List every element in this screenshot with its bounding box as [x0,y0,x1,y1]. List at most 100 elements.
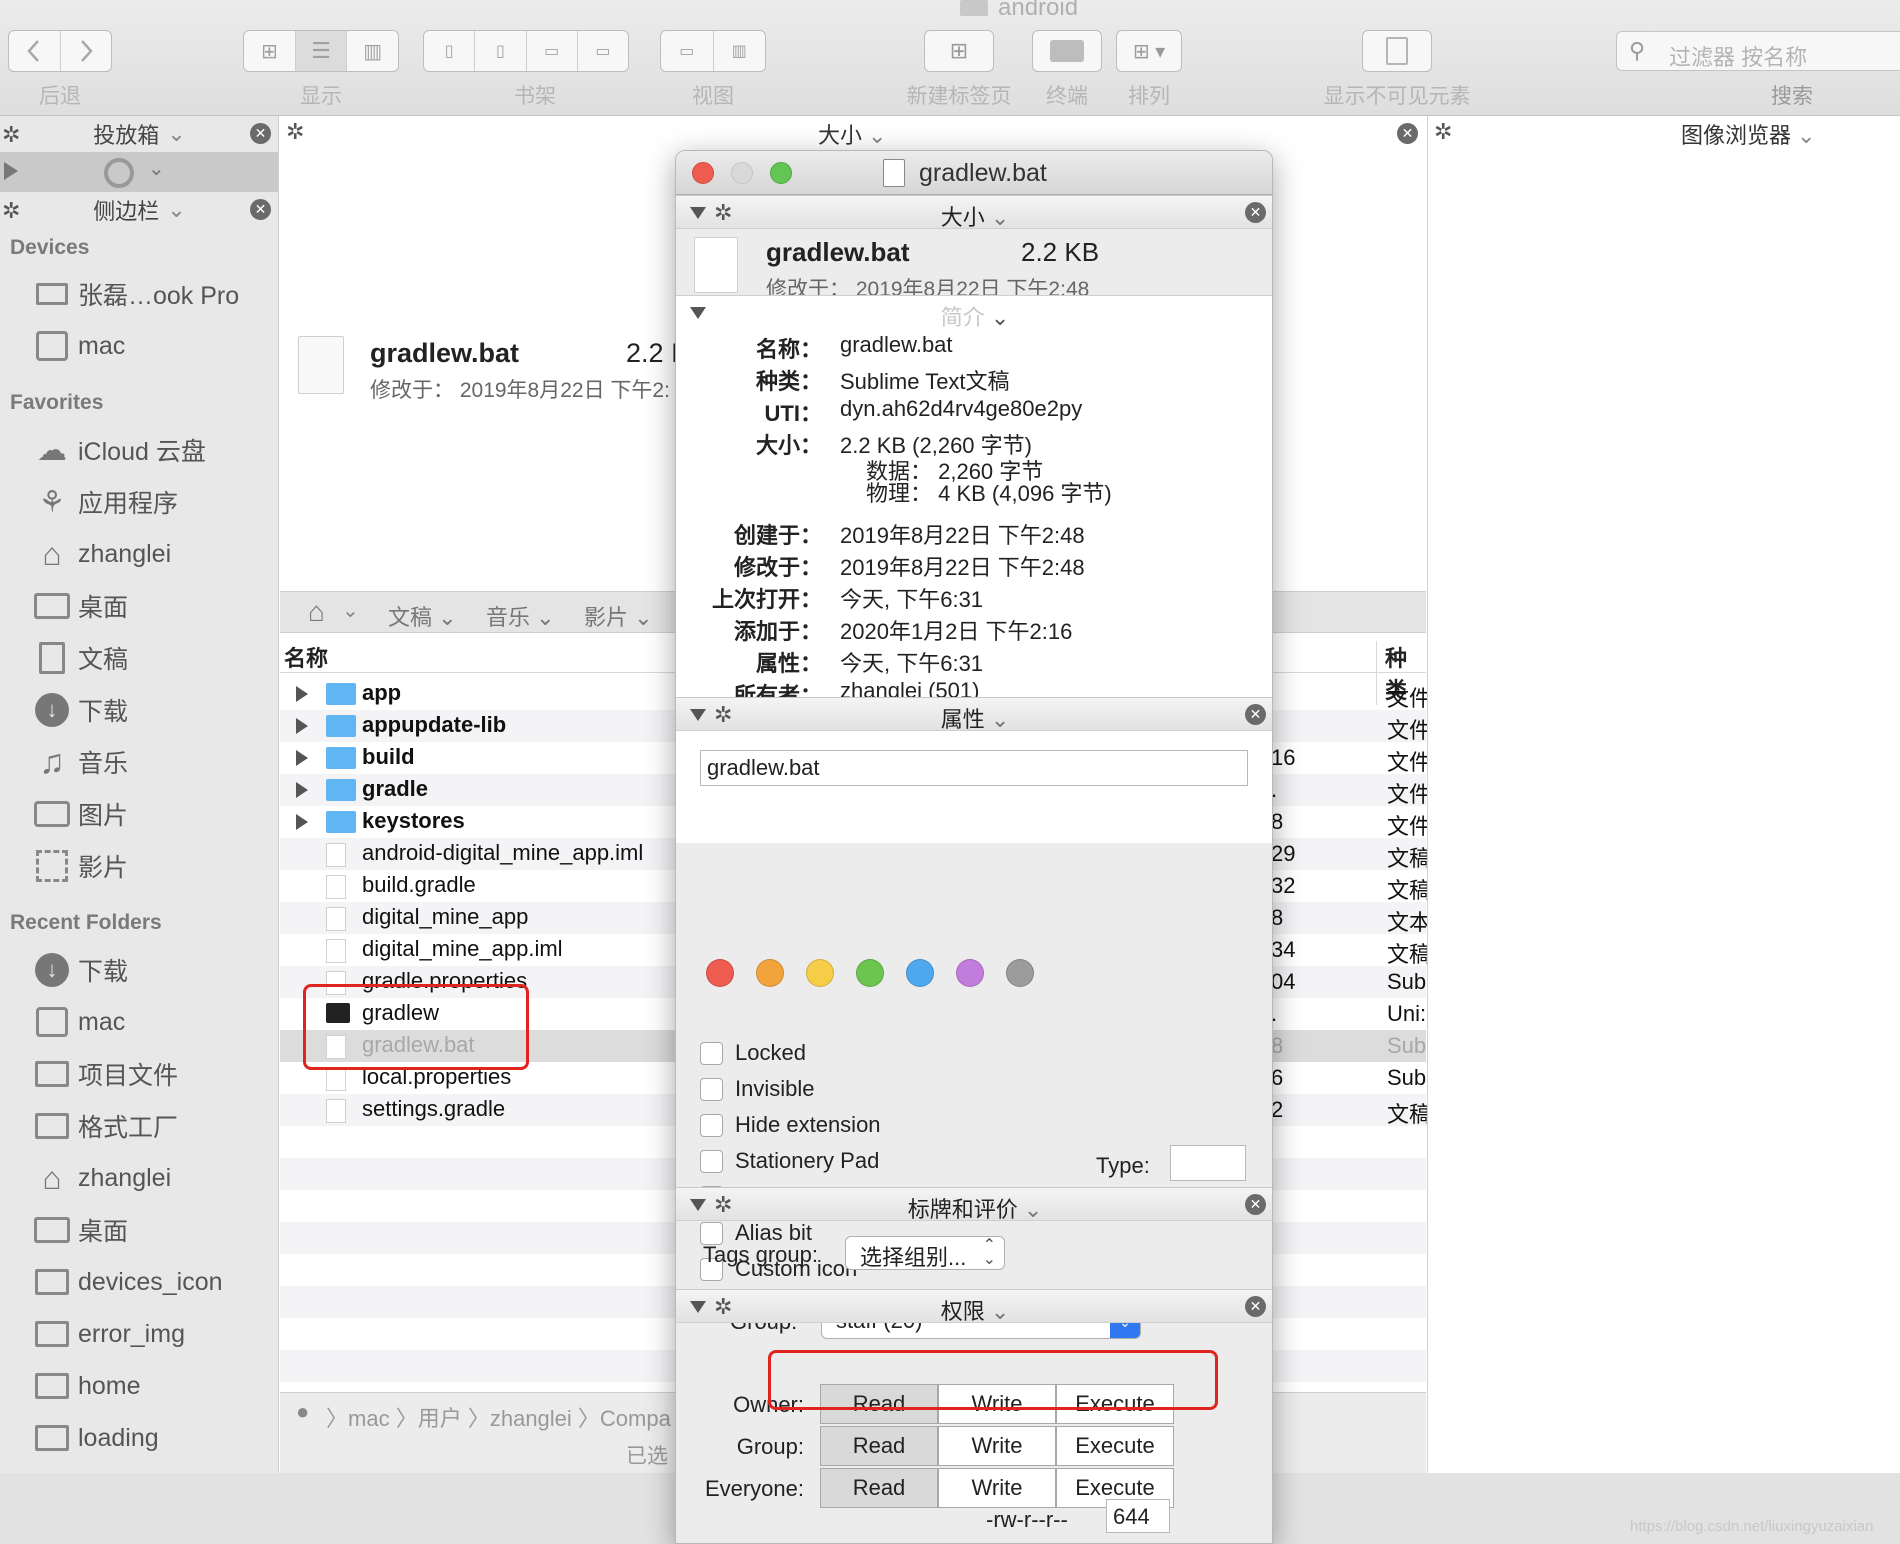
sidebar-item-music[interactable]: ♫ 音乐 [32,740,128,784]
attribute-checkbox[interactable]: Invisible [700,1075,814,1103]
close-icon[interactable]: ✕ [1397,123,1418,144]
sidebar-item-recent-loading[interactable]: loading [32,1416,159,1460]
attribute-checkbox[interactable]: Locked [700,1039,806,1067]
sidebar-item-movies[interactable]: 影片 [32,844,128,888]
action-icon[interactable] [104,158,134,188]
search-field[interactable]: ⚲ 过滤器 按名称 [1616,31,1900,71]
type-field[interactable] [1170,1145,1246,1181]
attribute-checkbox[interactable]: Stationery Pad [700,1147,879,1175]
gear-icon[interactable]: ✲ [286,119,304,145]
sidebar-item-recent-devices-icon[interactable]: devices_icon [32,1260,223,1304]
close-icon[interactable]: ✕ [1245,1296,1266,1317]
permission-toggle[interactable]: Read [820,1426,938,1466]
coverflow-icon[interactable]: ▭ [661,31,713,71]
sidebar-item-recent-format[interactable]: 格式工厂 [32,1104,178,1148]
hidden-group-select[interactable]: staff (20) ⌄ [821,1323,1141,1339]
shelf-left-icon[interactable]: ▯ [424,31,474,71]
sidebar-item-recent-projects[interactable]: 项目文件 [32,1052,178,1096]
color-tag-dot[interactable] [856,959,884,987]
inspector-title: gradlew.bat [919,159,1047,187]
file-name-field[interactable] [700,750,1248,786]
shelf-top-icon[interactable]: ▭ [576,31,628,71]
disclosure-triangle-icon[interactable] [296,814,308,830]
forward-button[interactable] [59,31,112,71]
size-header[interactable]: 大小 ⌄ [818,118,886,150]
sidebar-item-documents[interactable]: 文稿 [32,636,128,680]
disclosure-triangle-icon[interactable] [296,750,308,766]
permission-toggle[interactable]: Write [938,1468,1056,1508]
checkbox-box[interactable] [700,1077,723,1101]
shelf-bottom-icon[interactable]: ▭ [525,31,577,71]
gear-icon[interactable]: ✲ [2,198,20,224]
color-tag-dot[interactable] [1006,959,1034,987]
checkbox-box[interactable] [700,1113,723,1137]
name-column-header[interactable]: 名称 [284,641,328,673]
minimize-window-button[interactable] [731,162,753,184]
list-view-icon[interactable]: ☰ [294,31,347,71]
home-icon[interactable]: ⌂ [308,596,325,628]
column-view-icon[interactable]: ▥ [346,31,398,71]
close-icon[interactable]: ✕ [1245,1194,1266,1215]
permission-toggle[interactable]: Read [820,1468,938,1508]
dropbox-area[interactable]: ⌄ [0,152,278,192]
close-window-button[interactable] [692,162,714,184]
color-tag-dot[interactable] [906,959,934,987]
permissions-section-header[interactable]: ✲ 权限 ⌄ ✕ [676,1289,1272,1324]
popup-button-icon: ⌄ [1110,1323,1140,1338]
sidebar-item-recent-error-img[interactable]: error_img [32,1312,185,1356]
sidebar-item-applications[interactable]: ⚘ 应用程序 [32,480,178,524]
image-browser-title[interactable]: 图像浏览器 ⌄ [1681,118,1815,150]
show-hidden-button[interactable] [1362,30,1432,72]
shelf-item-documents[interactable]: 文稿 ⌄ [388,600,457,632]
path-segment[interactable]: 〉mac 〉用户 〉zhanglei 〉Compa [326,1401,671,1433]
close-icon[interactable]: ✕ [1245,704,1266,725]
sidebar-item-downloads[interactable]: ↓ 下载 [32,688,128,732]
tags-group-select[interactable]: 选择组别... ⌃ ⌄ [845,1236,1005,1270]
sidebar-item-recent-home-folder[interactable]: home [32,1364,141,1408]
file-name: digital_mine_app.iml [362,936,563,961]
icon-view-icon[interactable]: ⊞ [244,31,295,71]
gear-icon[interactable]: ✲ [2,122,20,148]
terminal-button[interactable] [1032,30,1102,72]
folder-icon [32,1368,72,1404]
close-icon[interactable]: ✕ [1245,202,1266,223]
mode-octal-field[interactable]: 644 [1106,1499,1170,1533]
disclosure-triangle-icon[interactable] [296,718,308,734]
shelf-item-movies[interactable]: 影片 ⌄ [584,600,653,632]
back-button[interactable] [9,31,60,71]
gear-icon[interactable]: ✲ [1434,119,1452,145]
sidebar-item-mac[interactable]: mac [32,324,125,368]
sidebar-item-recent-desktop[interactable]: 桌面 [32,1208,128,1252]
color-tag-dot[interactable] [756,959,784,987]
color-tag-dot[interactable] [706,959,734,987]
disclosure-triangle-icon[interactable] [296,686,308,702]
close-icon[interactable]: ✕ [250,123,271,144]
sidebar-item-home[interactable]: ⌂ zhanglei [32,532,171,576]
permission-toggle[interactable]: Write [938,1426,1056,1466]
close-icon[interactable]: ✕ [250,199,271,220]
sidebar-item-macbook[interactable]: 张磊…ook Pro [32,272,239,316]
dual-pane-icon[interactable]: ▥ [712,31,766,71]
new-tab-button[interactable]: ⊞ [924,30,994,72]
attribute-checkbox[interactable]: Hide extension [700,1111,881,1139]
checkbox-box[interactable] [700,1041,723,1065]
permission-toggle[interactable]: Execute [1056,1426,1174,1466]
arrange-button[interactable]: ⊞ ▾ [1116,30,1182,72]
sidebar-item-recent-mac[interactable]: mac [32,1000,125,1044]
tags-section-header[interactable]: ✲ 标牌和评价 ⌄ ✕ [676,1187,1272,1222]
color-tag-dot[interactable] [806,959,834,987]
shelf-right-icon[interactable]: ▯ [474,31,525,71]
sidebar-item-recent-downloads[interactable]: ↓ 下载 [32,948,128,992]
size-section-header[interactable]: ✲ 大小 ⌄ ✕ [676,195,1272,230]
color-tag-dot[interactable] [956,959,984,987]
sidebar-item-desktop[interactable]: 桌面 [32,584,128,628]
disclosure-triangle-icon[interactable] [296,782,308,798]
attributes-section-header[interactable]: ✲ 属性 ⌄ ✕ [676,697,1272,732]
zoom-window-button[interactable] [770,162,792,184]
sidebar-item-pictures[interactable]: 图片 [32,792,128,836]
sidebar-item-recent-home[interactable]: ⌂ zhanglei [32,1156,171,1200]
shelf-item-music[interactable]: 音乐 ⌄ [486,600,555,632]
info-section-header[interactable]: 简介 ⌄ [676,296,1272,330]
checkbox-box[interactable] [700,1149,723,1173]
sidebar-item-icloud[interactable]: ☁ iCloud 云盘 [32,428,206,472]
